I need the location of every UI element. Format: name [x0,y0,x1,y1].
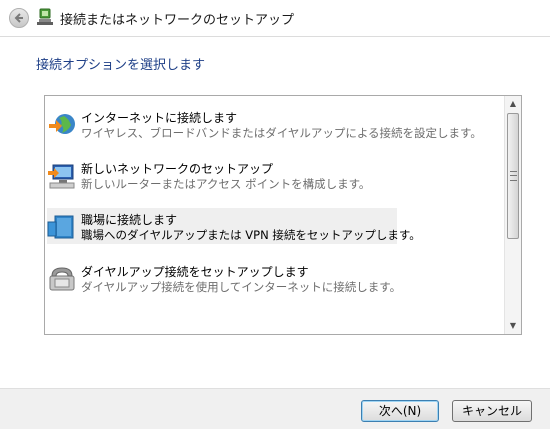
option-title: 職場に接続します [81,213,178,227]
option-connect-workplace[interactable]: 職場に接続します 職場へのダイヤルアップまたは VPN 接続をセットアップします… [47,208,421,244]
option-title: インターネットに接続します [81,111,238,125]
scroll-down-icon[interactable]: ▼ [505,318,521,334]
content-area: 接続オプションを選択します インターネットに接続します ワイヤレス、ブロードバン… [0,37,550,388]
title-bar: 接続またはネットワークのセットアップ [0,0,550,37]
connection-options-list[interactable]: インターネットに接続します ワイヤレス、ブロードバンドまたはダイヤルアップによる… [44,95,522,335]
cancel-button[interactable]: キャンセル [452,400,532,422]
list-scrollbar[interactable]: ▲ ▼ [504,96,521,334]
scroll-grip-icon [510,171,517,181]
telephone-icon [49,267,75,291]
network-setup-icon [37,8,53,25]
option-description: ダイヤルアップ接続を使用してインターネットに接続します。 [81,280,402,294]
new-network-icon [48,164,75,189]
window-title: 接続またはネットワークのセットアップ [60,13,295,28]
option-title: ダイヤルアップ接続をセットアップします [81,265,309,279]
workplace-connect-icon [47,215,74,239]
option-description: 職場へのダイヤルアップまたは VPN 接続をセットアップします。 [81,228,421,242]
instruction-heading: 接続オプションを選択します [36,58,206,73]
globe-connect-icon [49,114,75,134]
option-description: ワイヤレス、ブロードバンドまたはダイヤルアップによる接続を設定します。 [81,126,482,140]
option-dialup[interactable]: ダイヤルアップ接続をセットアップします ダイヤルアップ接続を使用してインターネッ… [47,260,401,296]
dialog-footer: 次へ(N) キャンセル [0,388,550,429]
next-button[interactable]: 次へ(N) [361,400,439,422]
back-button[interactable] [9,8,29,28]
option-connect-internet[interactable]: インターネットに接続します ワイヤレス、ブロードバンドまたはダイヤルアップによる… [47,106,482,142]
back-arrow-icon [14,13,23,23]
option-title: 新しいネットワークのセットアップ [81,162,274,176]
option-new-network[interactable]: 新しいネットワークのセットアップ 新しいルーターまたはアクセス ポイントを構成し… [47,157,397,193]
option-description: 新しいルーターまたはアクセス ポイントを構成します。 [81,177,371,191]
scroll-thumb[interactable] [507,113,519,239]
scroll-up-icon[interactable]: ▲ [505,96,521,112]
